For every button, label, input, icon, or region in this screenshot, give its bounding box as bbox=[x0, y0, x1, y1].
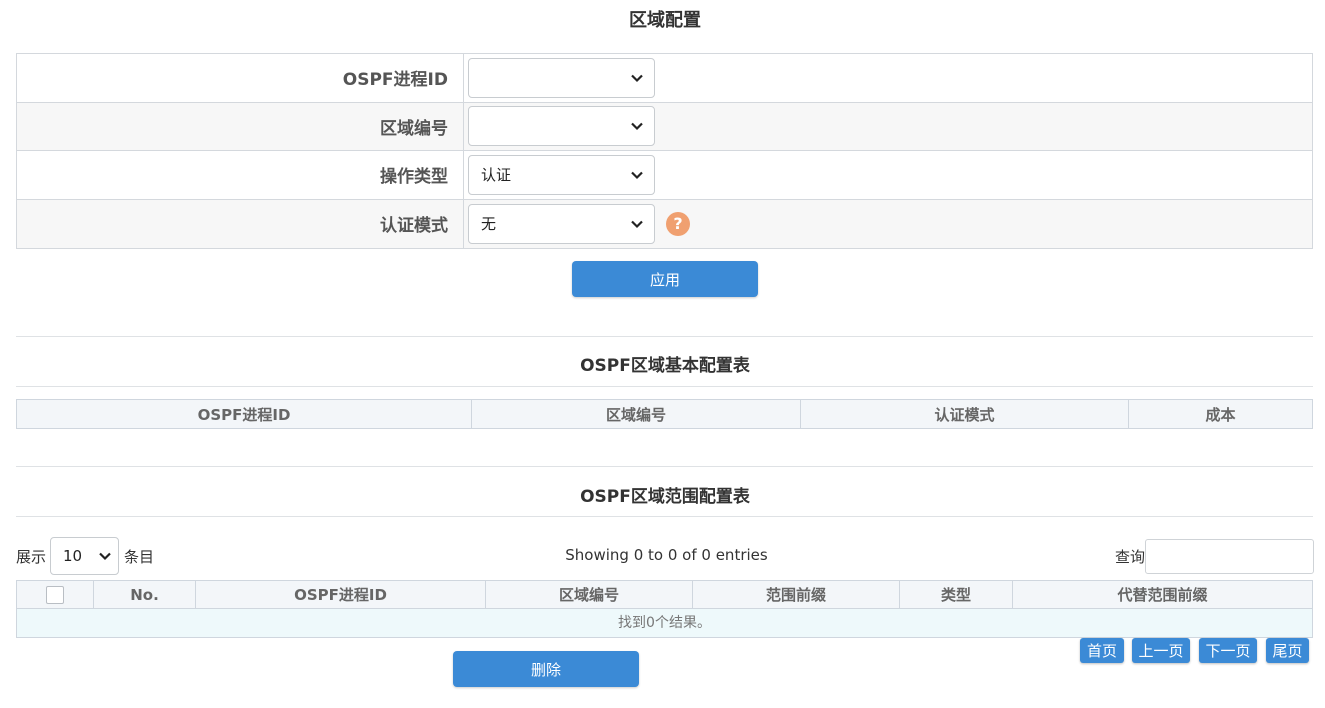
select-all-cell bbox=[17, 581, 94, 608]
form-row-operation-type: 操作类型 认证 bbox=[17, 151, 1312, 200]
column-header-range-prefix[interactable]: 范围前缀 bbox=[693, 581, 900, 608]
auth-mode-value: 无 bbox=[481, 215, 497, 234]
chevron-down-icon bbox=[631, 74, 643, 82]
column-header-auth-mode[interactable]: 认证模式 bbox=[801, 400, 1129, 428]
apply-button[interactable]: 应用 bbox=[572, 261, 758, 297]
form-row-auth-mode: 认证模式 无 ? bbox=[17, 199, 1312, 248]
column-header-process-id[interactable]: OSPF进程ID bbox=[196, 581, 486, 608]
area-config-form: OSPF进程ID 区域编号 操作类型 认证 认证模式 无 ? bbox=[16, 53, 1313, 249]
form-row-area-id: 区域编号 bbox=[17, 102, 1312, 151]
divider bbox=[16, 516, 1313, 517]
prev-page-button[interactable]: 上一页 bbox=[1132, 638, 1190, 663]
empty-result-row: 找到0个结果。 bbox=[16, 609, 1313, 638]
area-id-select[interactable] bbox=[468, 106, 655, 147]
column-header-area-id[interactable]: 区域编号 bbox=[472, 400, 801, 428]
search-input[interactable] bbox=[1145, 539, 1314, 574]
first-page-button[interactable]: 首页 bbox=[1080, 638, 1124, 663]
help-icon[interactable]: ? bbox=[666, 211, 690, 236]
process-id-select[interactable] bbox=[468, 57, 655, 98]
operation-type-label: 操作类型 bbox=[17, 151, 464, 199]
column-header-type[interactable]: 类型 bbox=[900, 581, 1013, 608]
basic-table-title: OSPF区域基本配置表 bbox=[580, 356, 750, 376]
column-header-process-id[interactable]: OSPF进程ID bbox=[17, 400, 472, 428]
column-header-area-id[interactable]: 区域编号 bbox=[486, 581, 693, 608]
form-row-process-id: OSPF进程ID bbox=[17, 54, 1312, 103]
select-all-checkbox[interactable] bbox=[46, 585, 64, 604]
page-title: 区域配置 bbox=[629, 10, 701, 31]
process-id-label: OSPF进程ID bbox=[17, 54, 464, 102]
area-id-label: 区域编号 bbox=[17, 102, 464, 150]
chevron-down-icon bbox=[631, 220, 643, 228]
auth-mode-label: 认证模式 bbox=[17, 199, 464, 248]
basic-table-header: OSPF进程ID 区域编号 认证模式 成本 bbox=[16, 399, 1313, 429]
chevron-down-icon bbox=[631, 122, 643, 131]
column-header-cost[interactable]: 成本 bbox=[1129, 400, 1312, 428]
range-table-title: OSPF区域范围配置表 bbox=[580, 487, 750, 507]
divider bbox=[16, 466, 1313, 467]
divider bbox=[16, 336, 1313, 337]
delete-button[interactable]: 删除 bbox=[453, 651, 639, 687]
column-header-no[interactable]: No. bbox=[94, 581, 196, 608]
range-table-header: No. OSPF进程ID 区域编号 范围前缀 类型 代替范围前缀 bbox=[16, 580, 1313, 609]
divider bbox=[16, 386, 1313, 387]
operation-type-value: 认证 bbox=[481, 166, 512, 185]
operation-type-select[interactable]: 认证 bbox=[468, 154, 655, 195]
chevron-down-icon bbox=[631, 171, 643, 179]
auth-mode-select[interactable]: 无 bbox=[468, 203, 655, 244]
column-header-substitute-prefix[interactable]: 代替范围前缀 bbox=[1013, 581, 1312, 608]
next-page-button[interactable]: 下一页 bbox=[1199, 638, 1257, 663]
search-label: 查询 bbox=[1115, 548, 1146, 566]
last-page-button[interactable]: 尾页 bbox=[1266, 638, 1309, 663]
